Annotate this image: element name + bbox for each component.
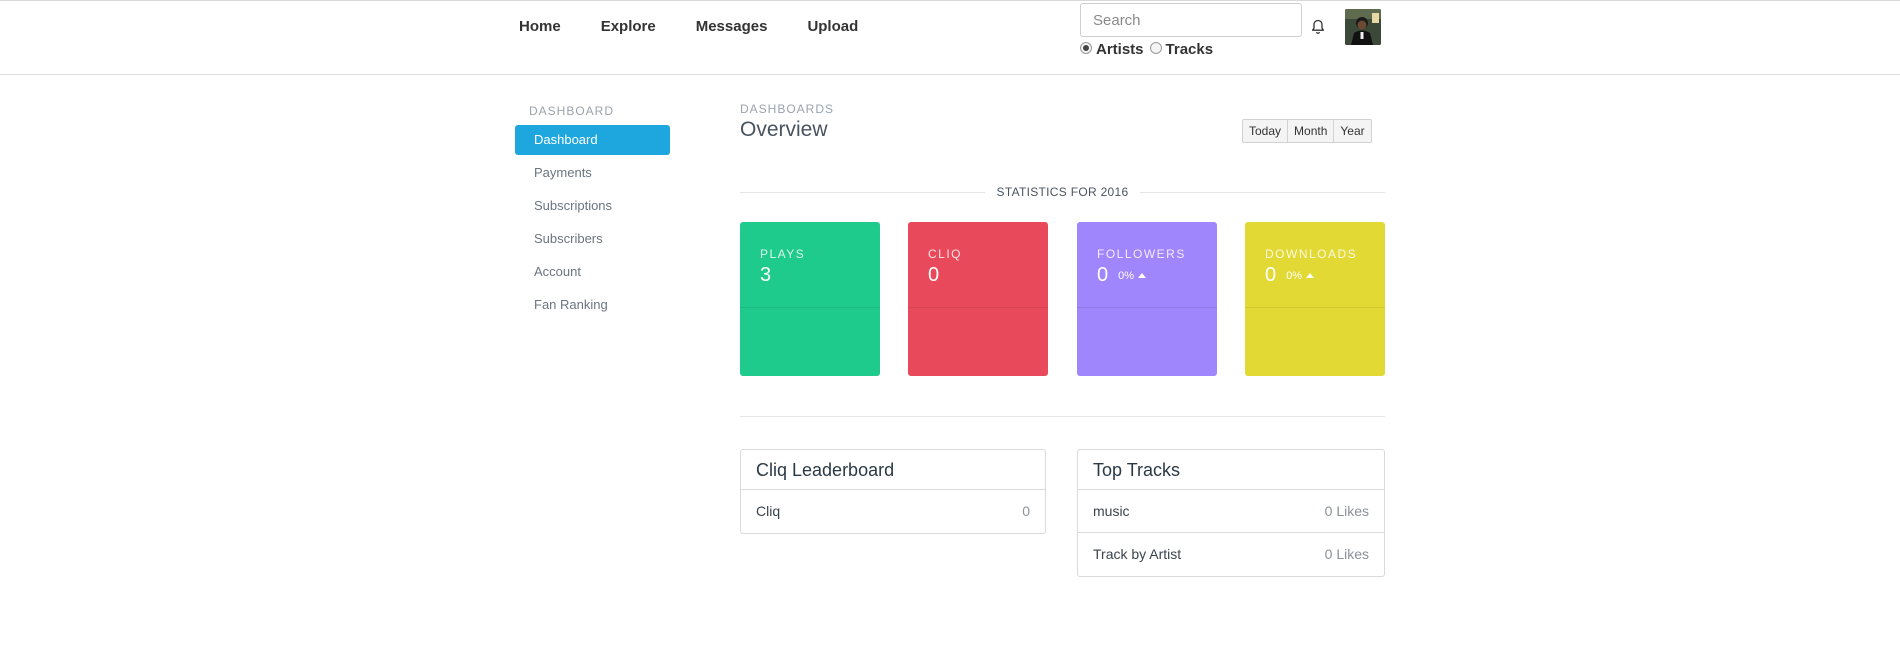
search-input[interactable]: [1080, 3, 1302, 37]
range-month-button[interactable]: Month: [1288, 120, 1335, 142]
list-item-value: 0: [1022, 503, 1030, 519]
stat-value-wrap: 3: [760, 264, 771, 287]
stat-tile-followers: FOLLOWERS 0 0%: [1077, 222, 1217, 376]
breadcrumb: DASHBOARDS: [740, 102, 835, 116]
range-year-button[interactable]: Year: [1334, 120, 1370, 142]
list-item-value: 0 Likes: [1324, 503, 1369, 519]
top-tracks-panel: Top Tracks music 0 Likes Track by Artist…: [1077, 449, 1385, 577]
caret-up-icon: [1306, 273, 1315, 278]
nav-explore-link[interactable]: Explore: [601, 18, 656, 36]
list-item-name: Cliq: [756, 503, 781, 519]
list-item[interactable]: music 0 Likes: [1078, 490, 1384, 533]
section-divider: [740, 416, 1385, 417]
list-item-value: 0 Likes: [1324, 546, 1369, 562]
avatar-image: [1345, 9, 1381, 45]
stat-value: 3: [760, 264, 772, 286]
stat-change: 0%: [1118, 269, 1147, 282]
range-today-button[interactable]: Today: [1243, 120, 1289, 142]
nav-upload-link[interactable]: Upload: [807, 18, 858, 36]
sidebar-item-fan-ranking[interactable]: Fan Ranking: [515, 290, 670, 320]
sidebar-item-dashboard[interactable]: Dashboard: [515, 125, 670, 155]
user-avatar[interactable]: [1345, 9, 1381, 45]
statistics-heading: STATISTICS FOR 2016: [740, 185, 1385, 199]
stat-value: 0: [1097, 264, 1109, 286]
sidebar-item-payments[interactable]: Payments: [515, 158, 670, 188]
artists-radio[interactable]: [1080, 41, 1092, 54]
nav-messages-link[interactable]: Messages: [696, 18, 768, 36]
main-nav: Home Explore Messages Upload: [519, 18, 898, 36]
tracks-radio-label[interactable]: Tracks: [1166, 41, 1214, 58]
stat-change-percent: 0%: [1118, 269, 1135, 282]
sidebar-item-subscriptions[interactable]: Subscriptions: [515, 191, 670, 221]
search-type-radios: Artists Tracks: [1080, 41, 1219, 58]
bell-icon[interactable]: [1310, 19, 1326, 35]
stat-value-wrap: 0: [928, 264, 939, 287]
list-item-name: Track by Artist: [1093, 546, 1182, 562]
list-item[interactable]: Track by Artist 0 Likes: [1078, 533, 1384, 576]
stat-tile-plays: PLAYS 3: [740, 222, 880, 376]
tracks-radio[interactable]: [1149, 41, 1162, 54]
top-bar: Home Explore Messages Upload Artists Tra…: [0, 0, 1900, 75]
cliq-leaderboard-panel: Cliq Leaderboard Cliq 0: [740, 449, 1046, 534]
date-range-buttons: Today Month Year: [1242, 119, 1372, 143]
artists-radio-label[interactable]: Artists: [1096, 41, 1144, 58]
statistics-heading-text: STATISTICS FOR 2016: [984, 185, 1141, 199]
tile-divider: [740, 307, 880, 308]
stat-change-percent: 0%: [1286, 269, 1303, 282]
stat-label: PLAYS: [760, 247, 806, 261]
stat-value: 0: [1265, 264, 1277, 286]
tile-divider: [1077, 307, 1217, 308]
stat-tile-cliq: CLIQ 0: [908, 222, 1048, 376]
panel-title: Cliq Leaderboard: [741, 450, 1045, 490]
stat-label: FOLLOWERS: [1097, 247, 1186, 261]
list-item[interactable]: Cliq 0: [741, 490, 1045, 533]
list-item-name: music: [1093, 503, 1130, 519]
stat-label: DOWNLOADS: [1265, 247, 1358, 261]
sidebar-title: DASHBOARD: [529, 104, 615, 118]
caret-up-icon: [1138, 273, 1147, 278]
sidebar-item-subscribers[interactable]: Subscribers: [515, 224, 670, 254]
tile-divider: [1245, 307, 1385, 308]
stat-change: 0%: [1286, 269, 1315, 282]
nav-home-link[interactable]: Home: [519, 18, 561, 36]
page-title: Overview: [740, 118, 828, 141]
tile-divider: [908, 307, 1048, 308]
sidebar-item-account[interactable]: Account: [515, 257, 670, 287]
panel-title: Top Tracks: [1078, 450, 1384, 490]
stat-tile-downloads: DOWNLOADS 0 0%: [1245, 222, 1385, 376]
sidebar-nav: Dashboard Payments Subscriptions Subscri…: [515, 125, 670, 323]
stat-value-wrap: 0 0%: [1265, 264, 1315, 287]
stat-value-wrap: 0 0%: [1097, 264, 1147, 287]
stat-value: 0: [928, 264, 940, 286]
stat-label: CLIQ: [928, 247, 963, 261]
